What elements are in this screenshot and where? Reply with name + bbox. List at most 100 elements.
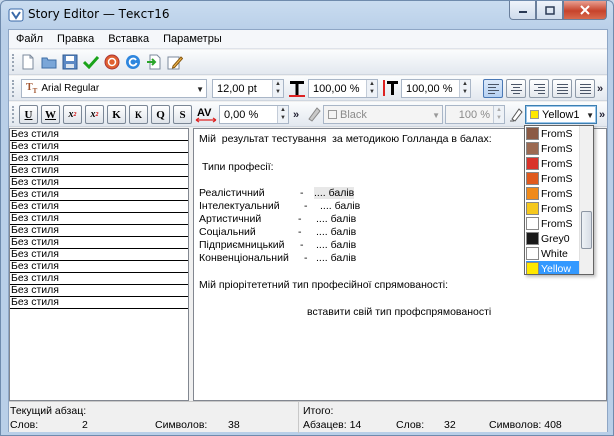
editor-row-score: .... балів — [314, 187, 355, 199]
minimize-button[interactable] — [509, 1, 536, 20]
open-button[interactable] — [40, 53, 58, 71]
shade-value: 100 % — [458, 108, 490, 121]
color-option[interactable]: FromS — [526, 171, 580, 186]
stop-button[interactable] — [103, 53, 121, 71]
color-option-label: Grey0 — [541, 232, 570, 245]
scrollbar-thumb[interactable] — [581, 211, 592, 249]
edit-pencil-icon — [167, 56, 183, 70]
menu-edit[interactable]: Правка — [50, 33, 101, 45]
font-family-select[interactable]: TT Arial Regular ▼ — [21, 79, 207, 98]
menu-file[interactable]: Файл — [9, 33, 50, 45]
tracking-field[interactable]: 0,00 % ▲ ▼ — [219, 105, 289, 124]
toolbar-grip[interactable] — [12, 106, 15, 123]
small-caps-button[interactable]: K — [129, 105, 148, 124]
align-justify-button[interactable] — [552, 79, 572, 98]
outline-button[interactable]: S — [173, 105, 192, 124]
color-option-label: Yellow — [541, 262, 571, 275]
minimize-icon — [518, 11, 527, 13]
paragraph-style-list[interactable]: Без стиля Без стиля Без стиля Без стиля … — [9, 128, 189, 401]
editor-row-score: .... балів — [316, 226, 357, 238]
toolbar-grip[interactable] — [12, 54, 15, 71]
text-color-value: Black — [340, 108, 367, 121]
subscript-button[interactable]: x2 — [63, 105, 82, 124]
current-paragraph-label: Текущий абзац: — [10, 405, 87, 417]
stop-icon — [104, 54, 120, 70]
shade-spinner[interactable]: ▲ ▼ — [493, 106, 504, 123]
save-button[interactable] — [61, 53, 79, 71]
superscript-button[interactable]: x2 — [85, 105, 104, 124]
refresh-icon — [126, 55, 140, 69]
color-option[interactable]: White — [526, 246, 580, 261]
word-underline-button[interactable]: W — [41, 105, 60, 124]
vertical-scale-spinner[interactable]: ▲ ▼ — [459, 80, 470, 97]
highlight-color-select[interactable]: Yellow1 ▼ — [525, 105, 597, 124]
strikethrough-button[interactable]: Q — [151, 105, 170, 124]
words-label: Слов: — [10, 419, 39, 431]
chevron-down-icon: ▼ — [586, 111, 594, 120]
vertical-scale-icon — [381, 79, 399, 97]
horizontal-scale-field[interactable]: 100,00 % ▲ ▼ — [308, 79, 378, 98]
align-right-button[interactable] — [529, 79, 549, 98]
align-force-justify-button[interactable] — [575, 79, 595, 98]
color-swatch — [526, 142, 539, 155]
total-paragraphs: Абзацев: 14 — [303, 419, 362, 431]
file-toolbar — [9, 50, 607, 75]
apply-button[interactable] — [82, 53, 100, 71]
color-option[interactable]: FromS — [526, 216, 580, 231]
color-option-label: FromS — [541, 157, 573, 170]
color-option[interactable]: FromS — [526, 126, 580, 141]
horizontal-scale-value: 100,00 % — [313, 82, 360, 95]
font-size-spinner[interactable]: ▲ ▼ — [272, 80, 283, 97]
shade-field[interactable]: 100 % ▲ ▼ — [445, 105, 505, 124]
color-option-selected[interactable]: Yellow — [526, 261, 580, 275]
align-center-button[interactable] — [506, 79, 526, 98]
words-count: 2 — [82, 419, 88, 431]
color-option-label: FromS — [541, 217, 573, 230]
vertical-scale-value: 100,00 % — [406, 82, 453, 95]
title-bar[interactable]: Story Editor — Текст16 — [1, 1, 613, 29]
editor-line: Мій пріорітететний тип професійної спрям… — [199, 279, 449, 291]
menu-insert[interactable]: Вставка — [101, 33, 156, 45]
list-item[interactable]: Без стиля — [10, 297, 188, 309]
editor-line: Мій результат тестування за методикою Го… — [199, 133, 492, 145]
new-button[interactable] — [19, 53, 37, 71]
color-swatch — [526, 262, 539, 274]
editor-row-name: Соціальний — [199, 226, 256, 238]
color-option[interactable]: FromS — [526, 141, 580, 156]
font-size-field[interactable]: 12,00 pt ▲ ▼ — [212, 79, 284, 98]
toolbar-grip[interactable] — [12, 80, 15, 97]
text-color-select[interactable]: Black ▼ — [323, 105, 443, 124]
editor-line: вставити свій тип профспрямованості — [307, 306, 492, 318]
color-option-label: FromS — [541, 202, 573, 215]
horizontal-scale-spinner[interactable]: ▲ ▼ — [366, 80, 377, 97]
color-option[interactable]: FromS — [526, 156, 580, 171]
align-left-button[interactable] — [483, 79, 503, 98]
total-words-label: Слов: — [396, 419, 425, 431]
color-option-label: FromS — [541, 172, 573, 185]
toolbar-overflow-icon[interactable]: » — [599, 109, 605, 121]
color-option[interactable]: FromS — [526, 186, 580, 201]
highlight-icon — [507, 105, 525, 123]
maximize-button[interactable] — [536, 1, 563, 20]
tracking-spinner[interactable]: ▲ ▼ — [277, 106, 288, 123]
color-option[interactable]: Grey0 — [526, 231, 580, 246]
menu-settings[interactable]: Параметры — [156, 33, 229, 45]
client-area: Файл Правка Вставка Параметры TT Arial R… — [8, 29, 608, 433]
toolbar-overflow-icon[interactable]: » — [597, 83, 603, 95]
underline-button[interactable]: U — [19, 105, 38, 124]
dropdown-scrollbar[interactable] — [579, 126, 593, 274]
color-option[interactable]: FromS — [526, 201, 580, 216]
tracking-icon: AV — [195, 105, 217, 123]
edit-properties-button[interactable] — [166, 53, 184, 71]
toolbar-overflow-icon[interactable]: » — [293, 109, 299, 121]
close-icon — [580, 5, 590, 15]
editor-row-name: Артистичний — [199, 213, 262, 225]
refresh-button[interactable] — [124, 53, 142, 71]
highlight-color-dropdown[interactable]: FromS FromS FromS FromS FromS FromS From… — [524, 125, 594, 275]
all-caps-button[interactable]: K — [107, 105, 126, 124]
close-button[interactable] — [563, 1, 607, 20]
insert-file-button[interactable] — [145, 53, 163, 71]
editor-row-score: .... балів — [316, 213, 357, 225]
vertical-scale-field[interactable]: 100,00 % ▲ ▼ — [401, 79, 471, 98]
tracking-value: 0,00 % — [224, 108, 259, 121]
